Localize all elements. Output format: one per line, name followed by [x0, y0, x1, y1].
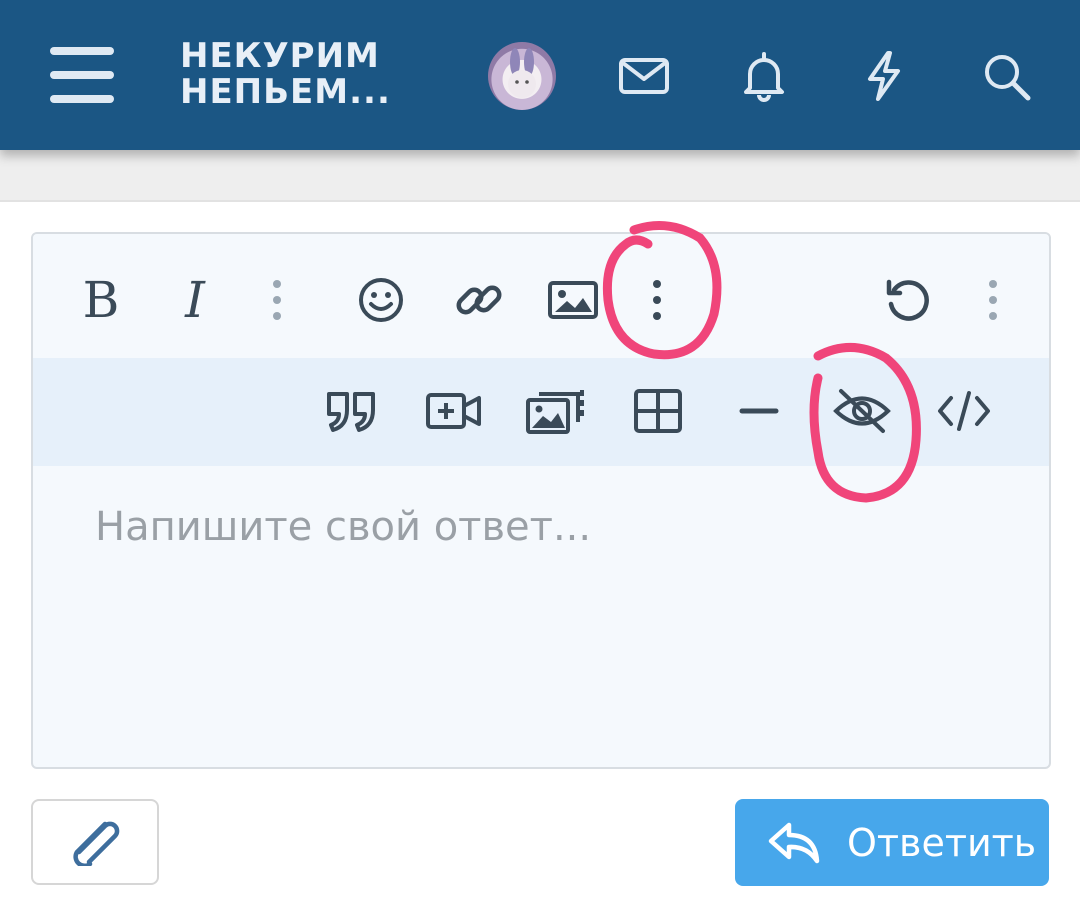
more-options-icon[interactable] — [983, 278, 1003, 322]
mail-icon[interactable] — [616, 48, 672, 104]
lightning-icon[interactable] — [856, 48, 912, 104]
emoji-icon[interactable] — [357, 276, 405, 324]
gallery-icon[interactable] — [525, 386, 587, 436]
paperclip-icon — [73, 821, 120, 866]
italic-button[interactable]: I — [173, 271, 217, 329]
reply-editor[interactable]: B I Напишите свой ответ... — [31, 232, 1051, 769]
media-icon[interactable] — [425, 390, 483, 432]
site-title[interactable]: НЕКУРИМ НЕПЬЕМ... — [180, 38, 440, 110]
reply-input-placeholder[interactable]: Напишите свой ответ... — [95, 504, 591, 550]
bold-button[interactable]: B — [77, 271, 125, 329]
code-icon[interactable] — [935, 388, 993, 434]
reply-arrow-icon — [768, 822, 820, 864]
more-insert-options-icon[interactable] — [647, 278, 667, 322]
avatar[interactable] — [488, 42, 556, 110]
search-icon[interactable] — [978, 48, 1034, 104]
table-icon[interactable] — [633, 388, 683, 434]
attach-files-button[interactable] — [31, 799, 159, 885]
horizontal-line-icon[interactable] — [739, 402, 779, 420]
quote-icon[interactable] — [323, 388, 381, 436]
more-text-options-icon[interactable] — [267, 278, 287, 322]
editor-toolbar-secondary — [33, 358, 1049, 466]
site-title-line2: НЕПЬЕМ... — [180, 72, 391, 112]
site-header: НЕКУРИМ НЕПЬЕМ... — [0, 0, 1080, 150]
link-icon[interactable] — [453, 274, 505, 326]
reply-button[interactable]: Ответить — [735, 799, 1049, 886]
site-title-line1: НЕКУРИМ — [180, 36, 380, 76]
image-icon[interactable] — [547, 278, 599, 322]
undo-icon[interactable] — [883, 276, 933, 326]
bunny-icon — [508, 48, 536, 98]
reply-button-label: Ответить — [847, 821, 1037, 865]
breadcrumb-strip — [0, 150, 1080, 202]
editor-toolbar-primary: B I — [33, 234, 1049, 358]
hide-content-icon[interactable] — [831, 386, 893, 436]
bell-icon[interactable] — [736, 48, 792, 104]
menu-icon[interactable] — [50, 45, 116, 105]
